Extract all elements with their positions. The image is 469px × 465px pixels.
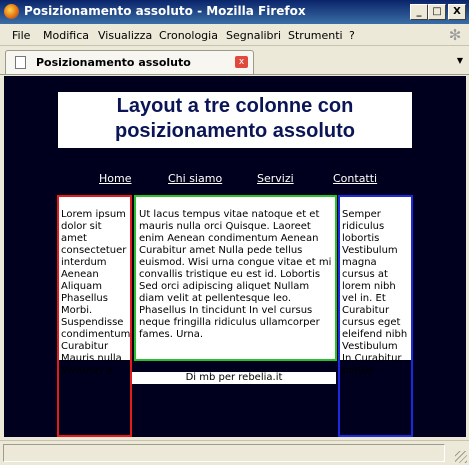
tab-list-chevron-icon[interactable]: ▼ — [457, 56, 463, 65]
menu-cronologia[interactable]: Cronologia — [159, 29, 218, 42]
menu-strumenti[interactable]: Strumenti — [288, 29, 343, 42]
nav-link-home[interactable]: Home — [99, 172, 131, 185]
page-footer: Di mb per rebelia.it — [132, 372, 336, 384]
tab-posizionamento[interactable]: Posizionamento assoluto x — [5, 50, 254, 74]
right-column-text: Semper ridiculus lobortis Vestibulum mag… — [342, 209, 408, 376]
page-title: Layout a tre colonne con posizionamento … — [114, 95, 356, 142]
tab-close-icon[interactable]: x — [235, 56, 248, 68]
menu-file[interactable]: File — [12, 29, 30, 42]
tab-label: Posizionamento assoluto — [36, 56, 191, 69]
nav-link-contatti[interactable]: Contatti — [333, 172, 377, 185]
close-button[interactable]: X — [448, 4, 466, 20]
right-column: Semper ridiculus lobortis Vestibulum mag… — [338, 195, 413, 437]
page-icon — [15, 56, 26, 69]
menu-modifica[interactable]: Modifica — [43, 29, 89, 42]
window-title: Posizionamento assoluto - Mozilla Firefo… — [24, 4, 306, 18]
tab-bar: Posizionamento assoluto x ▼ — [0, 46, 469, 75]
status-field — [3, 444, 445, 462]
firefox-icon — [4, 4, 19, 19]
page-header: Layout a tre colonne con posizionamento … — [58, 92, 412, 148]
center-column: Ut lacus tempus vitae natoque et et maur… — [134, 195, 337, 361]
resize-grip-icon[interactable] — [455, 451, 467, 463]
activity-throbber-icon: ✻ — [448, 26, 462, 44]
menu-bar: File Modifica Visualizza Cronologia Segn… — [0, 25, 469, 46]
center-column-text: Ut lacus tempus vitae natoque et et maur… — [139, 209, 332, 340]
left-column-text: Lorem ipsum dolor sit amet consectetuer … — [61, 209, 131, 376]
nav-link-chi-siamo[interactable]: Chi siamo — [168, 172, 222, 185]
page-viewport: Layout a tre colonne con posizionamento … — [4, 76, 466, 437]
left-column: Lorem ipsum dolor sit amet consectetuer … — [57, 195, 132, 437]
window-titlebar[interactable]: Posizionamento assoluto - Mozilla Firefo… — [0, 0, 469, 24]
maximize-button[interactable]: □ — [428, 4, 446, 20]
status-bar — [0, 440, 469, 465]
nav-link-servizi[interactable]: Servizi — [257, 172, 294, 185]
menu-segnalibri[interactable]: Segnalibri — [226, 29, 281, 42]
minimize-button[interactable]: _ — [410, 4, 428, 20]
menu-help[interactable]: ? — [349, 29, 355, 42]
menu-visualizza[interactable]: Visualizza — [98, 29, 152, 42]
